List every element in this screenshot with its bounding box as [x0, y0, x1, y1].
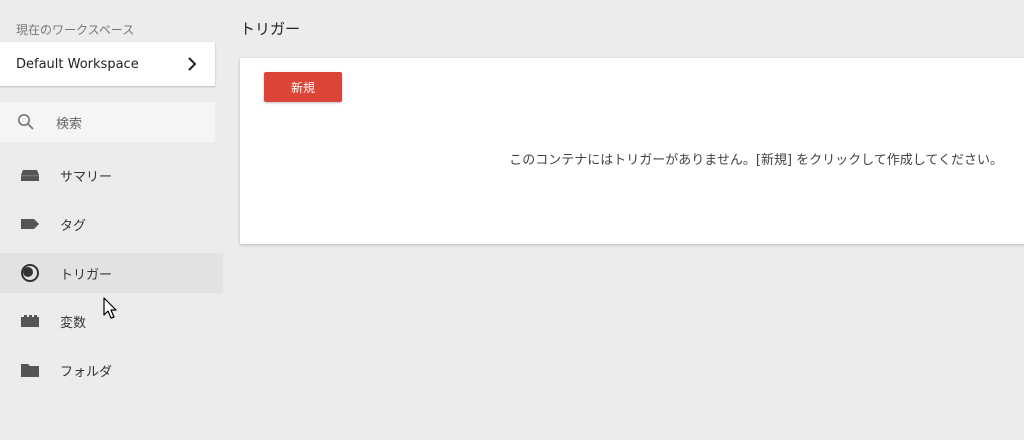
summary-icon [20, 165, 40, 185]
sidebar-item-variables[interactable]: 変数 [0, 301, 223, 341]
search-input[interactable]: 検索 [0, 102, 215, 142]
sidebar: 現在のワークスペース Default Workspace 検索 サマリー タグ … [0, 0, 223, 440]
triggers-card: 新規 このコンテナにはトリガーがありません。[新規] をクリックして作成してくだ… [240, 58, 1024, 244]
empty-state-message: このコンテナにはトリガーがありません。[新規] をクリックして作成してください。 [509, 153, 1003, 168]
sidebar-item-tags[interactable]: タグ [0, 204, 223, 244]
new-trigger-button[interactable]: 新規 [264, 72, 342, 102]
variable-icon [20, 311, 40, 331]
sidebar-item-folders[interactable]: フォルダ [0, 350, 223, 390]
sidebar-item-label: タグ [60, 218, 87, 234]
chevron-right-icon [181, 53, 203, 75]
sidebar-item-label: サマリー [60, 169, 113, 185]
sidebar-item-label: トリガー [60, 267, 113, 283]
sidebar-item-label: フォルダ [60, 364, 113, 380]
trigger-icon [20, 263, 40, 283]
workspace-caption: 現在のワークスペース [16, 23, 135, 37]
workspace-selector[interactable]: Default Workspace [0, 42, 215, 86]
app-window: 現在のワークスペース Default Workspace 検索 サマリー タグ … [0, 0, 1024, 440]
folder-icon [20, 360, 40, 380]
page-title: トリガー [240, 20, 301, 38]
tag-icon [20, 214, 40, 234]
workspace-name: Default Workspace [16, 56, 139, 72]
sidebar-item-summary[interactable]: サマリー [0, 155, 223, 195]
search-placeholder: 検索 [56, 116, 83, 132]
search-icon [16, 112, 36, 132]
sidebar-item-triggers[interactable]: トリガー [0, 253, 223, 293]
sidebar-item-label: 変数 [60, 315, 87, 331]
